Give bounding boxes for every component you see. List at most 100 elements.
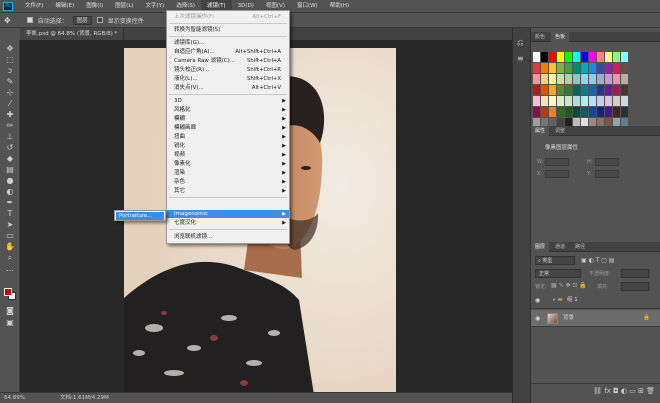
- document-tab[interactable]: 李凯.psd @ 64.8% (背景, RGB/8) *: [20, 28, 125, 40]
- color-swatch[interactable]: [557, 85, 564, 95]
- history-brush-icon[interactable]: ↺: [5, 143, 15, 152]
- menu-item-other[interactable]: 其它 ▶: [167, 187, 289, 195]
- prop-x-field[interactable]: [545, 170, 569, 178]
- crop-icon[interactable]: ⊹: [5, 88, 15, 97]
- menu-item-imagenomic[interactable]: Imagenomic ▶: [167, 210, 289, 218]
- color-swatch[interactable]: [581, 74, 588, 84]
- color-swatch[interactable]: [557, 52, 564, 62]
- color-swatch[interactable]: [597, 74, 604, 84]
- color-swatch[interactable]: [613, 63, 620, 73]
- color-swatch[interactable]: [565, 85, 572, 95]
- gradient-icon[interactable]: ▤: [5, 165, 15, 174]
- color-swatch[interactable]: [565, 96, 572, 106]
- color-swatch[interactable]: [549, 85, 556, 95]
- menu-item-filter-gallery[interactable]: 滤镜库(G)...: [167, 39, 289, 47]
- color-swatch[interactable]: [541, 107, 548, 117]
- shape-icon[interactable]: ▭: [5, 231, 15, 240]
- color-swatch[interactable]: [541, 63, 548, 73]
- auto-select-dropdown[interactable]: 图层: [72, 15, 92, 25]
- color-swatch[interactable]: [573, 85, 580, 95]
- color-swatch[interactable]: [605, 74, 612, 84]
- color-swatch[interactable]: [589, 107, 596, 117]
- menu-item-video[interactable]: 视频 ▶: [167, 151, 289, 159]
- menu-image[interactable]: 图像(I): [80, 0, 109, 12]
- color-swatch[interactable]: [613, 52, 620, 62]
- color-swatch[interactable]: [549, 52, 556, 62]
- color-swatch[interactable]: [597, 96, 604, 106]
- menu-item-qidu-hanhua[interactable]: 七度汉化 ▶: [167, 219, 289, 227]
- tab-adjustments[interactable]: 调整: [551, 126, 569, 136]
- swatches-grid[interactable]: [531, 50, 631, 130]
- more-tools-icon[interactable]: …: [5, 264, 15, 273]
- color-swatch[interactable]: [565, 63, 572, 73]
- color-swatch[interactable]: [589, 63, 596, 73]
- lasso-icon[interactable]: ↄ: [5, 66, 15, 75]
- menu-item-3d[interactable]: 3D ▶: [167, 97, 289, 105]
- color-swatch[interactable]: [597, 63, 604, 73]
- menu-item-render[interactable]: 渲染 ▶: [167, 169, 289, 177]
- tab-properties[interactable]: 属性: [531, 126, 550, 136]
- color-swatch[interactable]: [589, 85, 596, 95]
- menu-item-lens-correction[interactable]: 镜头校正(R)... Shift+Ctrl+R: [167, 66, 289, 74]
- menu-item-last-filter[interactable]: 上次滤镜操作(F) Alt+Ctrl+F: [167, 13, 289, 21]
- color-swatch[interactable]: [613, 74, 620, 84]
- color-swatch[interactable]: [557, 107, 564, 117]
- color-swatch[interactable]: [621, 107, 628, 117]
- fill-field[interactable]: [621, 282, 649, 291]
- color-swatch[interactable]: [573, 107, 580, 117]
- menu-item-adaptive-wide-angle[interactable]: 自适应广角(A)... Alt+Shift+Ctrl+A: [167, 48, 289, 56]
- quick-mask-icon[interactable]: ◙: [5, 306, 15, 315]
- layer-row-group[interactable]: ◉ ▸ ▬ 组 1: [531, 292, 660, 309]
- color-swatch[interactable]: [557, 63, 564, 73]
- properties-icon[interactable]: ≡: [517, 54, 524, 63]
- color-swatch[interactable]: [621, 63, 628, 73]
- prop-w-field[interactable]: [545, 158, 569, 166]
- marquee-icon[interactable]: ⬚: [5, 55, 15, 64]
- color-swatch[interactable]: [605, 85, 612, 95]
- zoom-level[interactable]: 64.89%: [4, 393, 25, 403]
- color-swatch[interactable]: [597, 52, 604, 62]
- menu-item-noise[interactable]: 杂色 ▶: [167, 178, 289, 186]
- menu-item-camera-raw[interactable]: Camera Raw 滤镜(C)... Shift+Ctrl+A: [167, 57, 289, 65]
- color-swatch[interactable]: [589, 52, 596, 62]
- menu-layer[interactable]: 图层(L): [109, 0, 139, 12]
- color-swatch[interactable]: [581, 52, 588, 62]
- color-swatch[interactable]: [613, 96, 620, 106]
- tab-paths[interactable]: 路径: [571, 242, 589, 252]
- dodge-icon[interactable]: ◐: [5, 187, 15, 196]
- move-icon[interactable]: ✥: [5, 44, 15, 53]
- menu-item-convert-smart-filter[interactable]: 转换为智能滤镜(S): [167, 26, 289, 34]
- show-transform-checkbox[interactable]: [96, 17, 103, 23]
- color-swatch[interactable]: [565, 52, 572, 62]
- color-swatch[interactable]: [549, 63, 556, 73]
- color-swatch[interactable]: [573, 63, 580, 73]
- link-layers-icon[interactable]: ⛓: [593, 387, 604, 395]
- quick-select-icon[interactable]: ✎: [5, 77, 15, 86]
- color-swatch[interactable]: [605, 52, 612, 62]
- tab-layers[interactable]: 图层: [531, 242, 550, 252]
- add-mask-icon[interactable]: ◘: [613, 387, 621, 395]
- color-swatch[interactable]: [533, 74, 540, 84]
- foreground-color-swatch[interactable]: [4, 288, 12, 296]
- tab-swatches[interactable]: 色板: [551, 32, 570, 42]
- color-swatch[interactable]: [541, 52, 548, 62]
- healing-brush-icon[interactable]: ✚: [5, 110, 15, 119]
- color-swatch[interactable]: [549, 96, 556, 106]
- color-swatch[interactable]: [541, 74, 548, 84]
- color-swatch[interactable]: [581, 85, 588, 95]
- menu-item-stylize[interactable]: 风格化 ▶: [167, 106, 289, 114]
- color-swatch[interactable]: [557, 96, 564, 106]
- color-swatch[interactable]: [613, 85, 620, 95]
- color-swatch[interactable]: [621, 74, 628, 84]
- layer-row-background[interactable]: ◉ 背景 🔒: [531, 310, 660, 327]
- color-swatch[interactable]: [621, 96, 628, 106]
- color-swatch[interactable]: [589, 74, 596, 84]
- menu-help[interactable]: 帮助(H): [324, 0, 355, 12]
- tab-color[interactable]: 颜色: [531, 32, 549, 42]
- menu-file[interactable]: 文件(F): [19, 0, 49, 12]
- history-icon[interactable]: ⎌: [517, 38, 523, 48]
- color-swatch[interactable]: [573, 96, 580, 106]
- color-swatch[interactable]: [533, 63, 540, 73]
- color-swatch[interactable]: [621, 52, 628, 62]
- blur-icon[interactable]: ●: [5, 176, 15, 185]
